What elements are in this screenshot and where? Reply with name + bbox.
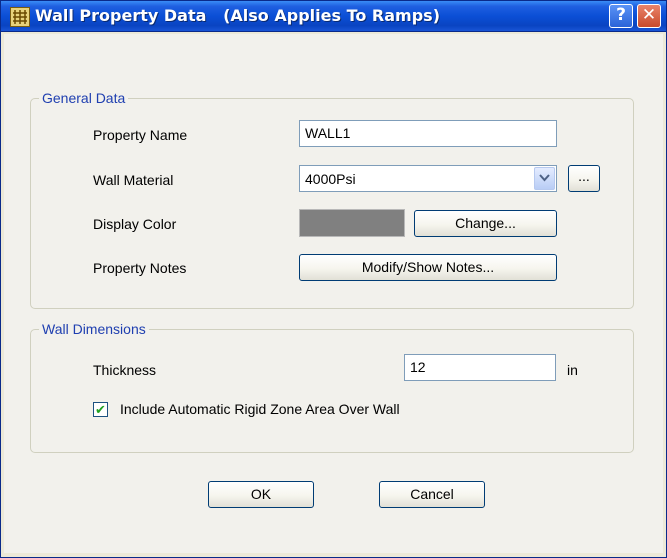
app-grid-icon xyxy=(10,7,30,27)
thickness-label: Thickness xyxy=(93,362,157,378)
window-title: Wall Property Data (Also Applies To Ramp… xyxy=(35,6,440,25)
dialog-body: General Data Property Name WALL1 Wall Ma… xyxy=(4,34,663,553)
modify-show-notes-button[interactable]: Modify/Show Notes... xyxy=(299,254,557,281)
thickness-unit: in xyxy=(567,362,578,378)
general-data-label: General Data xyxy=(39,90,129,106)
material-ellipsis-button[interactable]: ... xyxy=(568,165,600,192)
ok-button[interactable]: OK xyxy=(208,481,314,508)
wall-material-label: Wall Material xyxy=(93,172,174,188)
change-color-button[interactable]: Change... xyxy=(414,210,557,237)
property-name-label: Property Name xyxy=(93,127,188,143)
wall-material-value: 4000Psi xyxy=(305,171,356,187)
general-data-group: General Data Property Name WALL1 Wall Ma… xyxy=(30,90,634,309)
rigid-zone-checkbox[interactable]: ✔ xyxy=(93,402,108,417)
rigid-zone-label[interactable]: Include Automatic Rigid Zone Area Over W… xyxy=(120,401,400,417)
thickness-input[interactable]: 12 xyxy=(404,354,556,381)
display-color-label: Display Color xyxy=(93,216,177,232)
wall-property-dialog: Wall Property Data (Also Applies To Ramp… xyxy=(0,0,667,558)
title-bar[interactable]: Wall Property Data (Also Applies To Ramp… xyxy=(1,1,666,32)
property-name-input[interactable]: WALL1 xyxy=(299,120,557,147)
cancel-button[interactable]: Cancel xyxy=(379,481,485,508)
display-color-swatch xyxy=(299,209,405,237)
chevron-down-icon[interactable] xyxy=(534,167,555,190)
wall-material-select[interactable]: 4000Psi xyxy=(299,165,557,192)
wall-dimensions-group: Wall Dimensions Thickness 12 in ✔ Includ… xyxy=(30,321,634,453)
close-button[interactable]: ✕ xyxy=(637,4,661,28)
help-button[interactable]: ? xyxy=(609,4,633,28)
wall-dimensions-label: Wall Dimensions xyxy=(39,321,149,337)
property-notes-label: Property Notes xyxy=(93,260,187,276)
